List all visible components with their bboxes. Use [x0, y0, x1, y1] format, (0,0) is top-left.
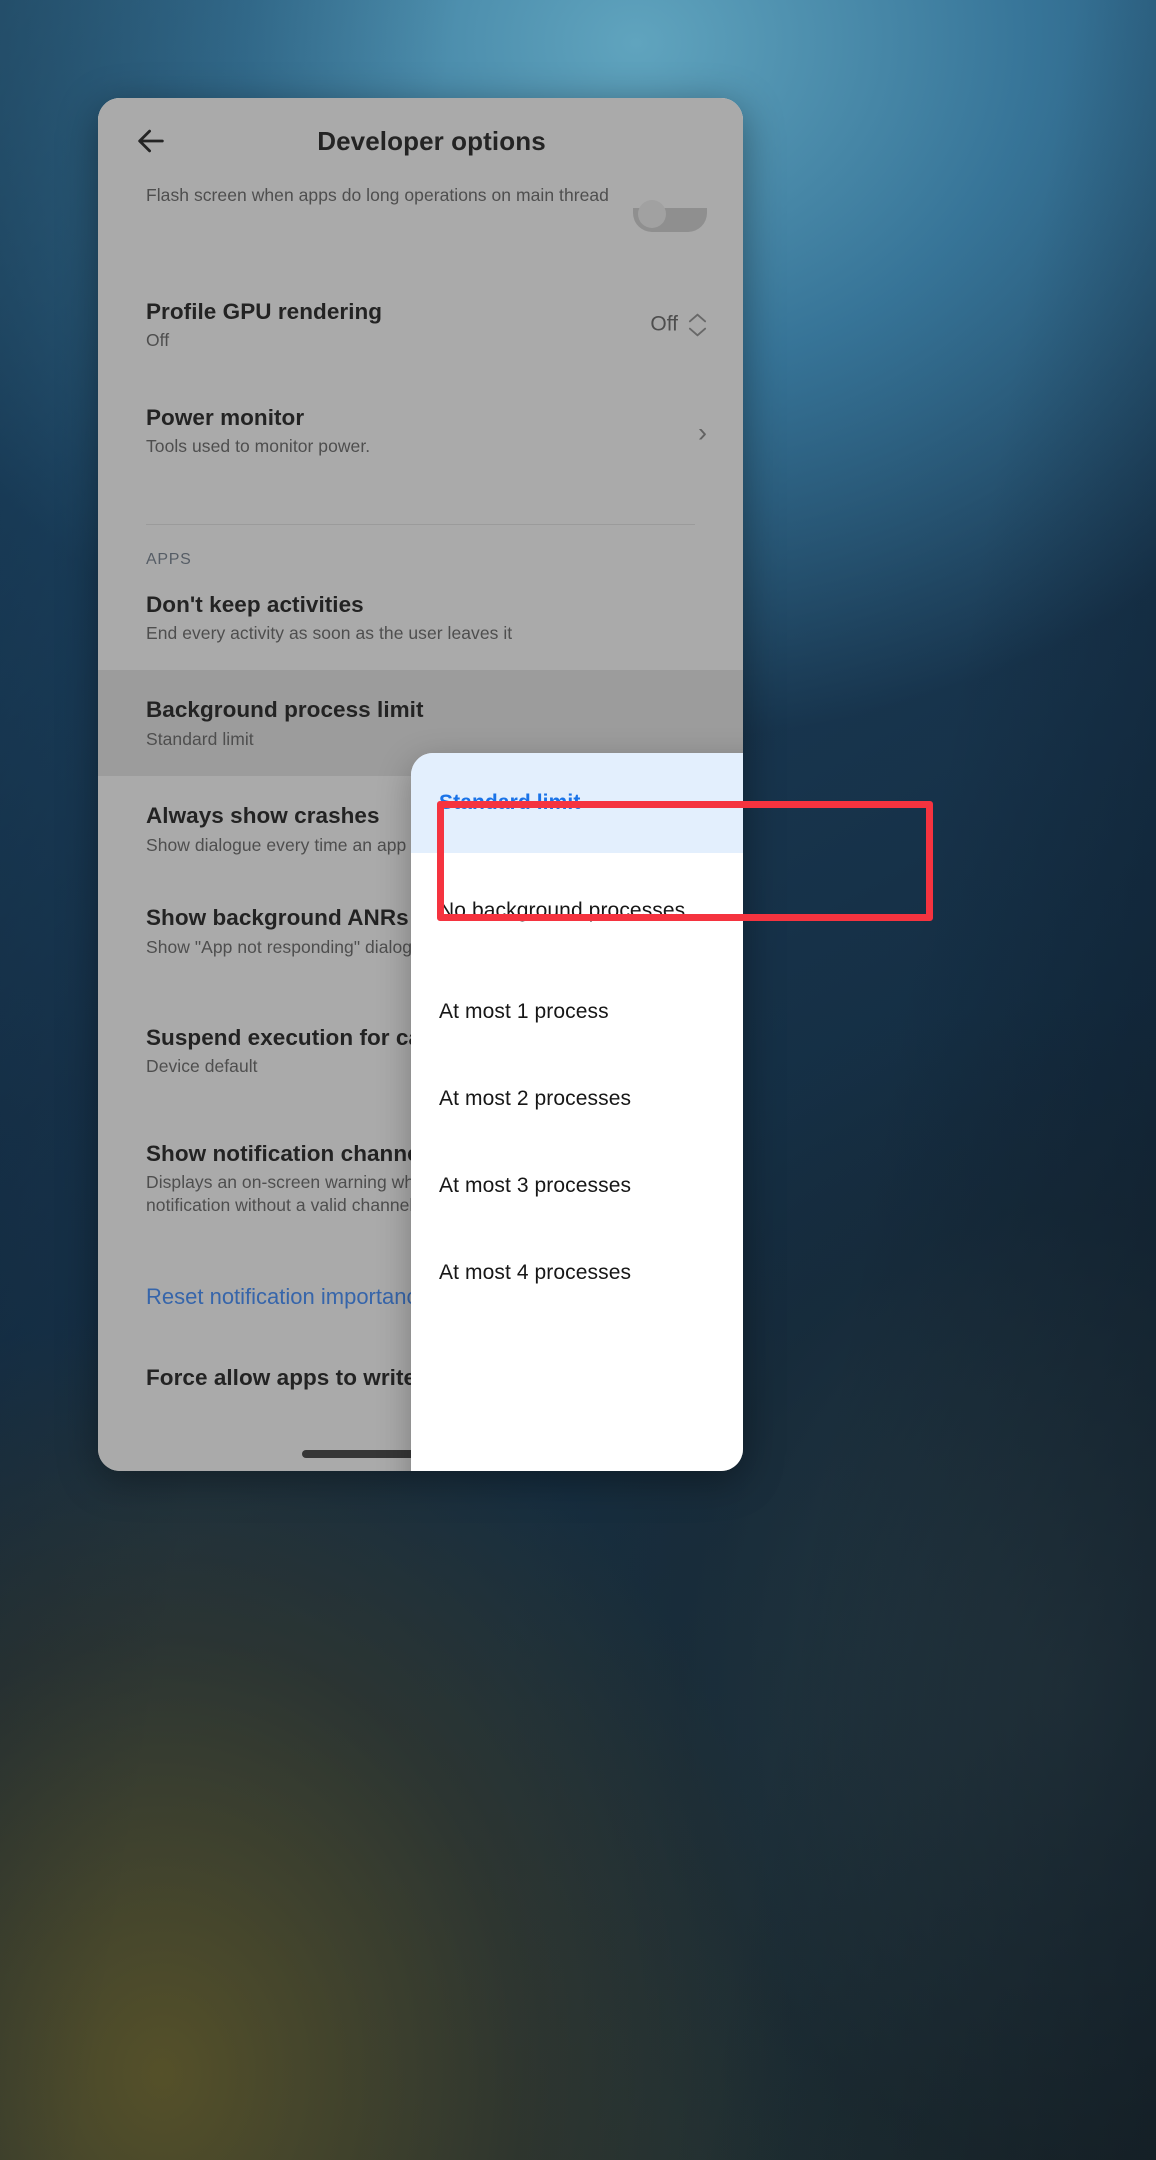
row-subtitle: Standard limit: [146, 728, 254, 749]
settings-row-flash-screen[interactable]: Flash screen when apps do long operation…: [98, 184, 743, 272]
page-title: Developer options: [317, 125, 546, 156]
spinner-value: Off: [650, 312, 678, 336]
dialog-option-label: Standard limit: [439, 791, 581, 814]
section-header-apps: APPS: [146, 550, 192, 568]
row-title: Power monitor: [146, 404, 305, 430]
settings-row-dont-keep-activities[interactable]: Don't keep activities End every activity…: [98, 579, 743, 671]
dialog-option-label: At most 4 processes: [439, 1260, 632, 1284]
row-trailing-control: [633, 200, 707, 232]
row-subtitle: End every activity as soon as the user l…: [146, 623, 513, 644]
dialog-option-at-most-3-processes[interactable]: At most 3 processes: [411, 1142, 743, 1229]
dialog-option-at-most-2-processes[interactable]: At most 2 processes: [411, 1055, 743, 1142]
dialog-option-label: At most 2 processes: [439, 1086, 632, 1110]
toggle-switch[interactable]: [633, 200, 707, 232]
dialog-option-standard-limit[interactable]: Standard limit: [411, 753, 743, 853]
chevron-right-icon: ›: [698, 417, 707, 448]
row-title: Profile GPU rendering: [146, 299, 383, 324]
row-subtitle: Tools used to monitor power.: [146, 436, 371, 457]
settings-row-profile-gpu-rendering[interactable]: Profile GPU rendering Off Off: [98, 272, 743, 378]
row-subtitle: Flash screen when apps do long operation…: [146, 185, 609, 205]
back-button[interactable]: [120, 110, 182, 172]
row-trailing-control[interactable]: Off: [650, 312, 707, 337]
arrow-left-icon: [138, 129, 164, 153]
dialog-option-no-background-processes[interactable]: No background processes: [411, 853, 743, 968]
dialog-option-label: At most 1 process: [439, 999, 609, 1023]
spinner-updown-icon[interactable]: [688, 312, 707, 337]
row-title: Background process limit: [146, 697, 424, 723]
phone-window: Flash screen when apps do long operation…: [98, 98, 743, 1471]
dialog-option-at-most-4-processes[interactable]: At most 4 processes: [411, 1229, 743, 1316]
row-trailing-control[interactable]: ›: [698, 419, 707, 446]
dialog-option-at-most-1-process[interactable]: At most 1 process: [411, 968, 743, 1055]
settings-row-power-monitor[interactable]: Power monitor Tools used to monitor powe…: [98, 378, 743, 488]
toggle-knob: [638, 200, 666, 228]
row-title: Don't keep activities: [146, 591, 364, 617]
background-process-limit-dialog: Standard limit No background processes A…: [411, 753, 743, 1471]
row-subtitle: Off: [146, 330, 170, 351]
app-bar: Developer options: [98, 98, 743, 184]
dialog-option-label: At most 3 processes: [439, 1173, 632, 1197]
dialog-option-label: No background processes: [439, 898, 686, 922]
